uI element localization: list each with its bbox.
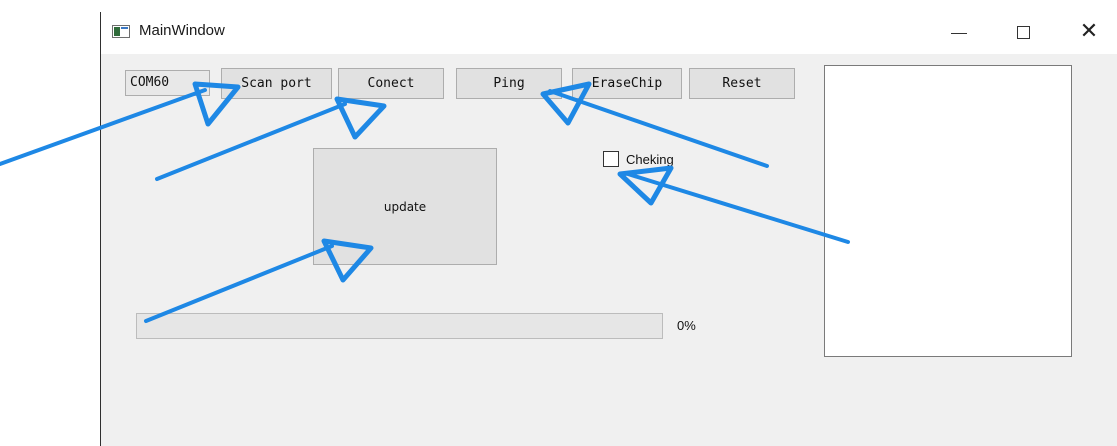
window-title: MainWindow (139, 22, 225, 39)
checking-label[interactable]: Cheking (626, 152, 674, 167)
erase-chip-button[interactable]: EraseChip (572, 68, 682, 99)
minimize-button[interactable] (937, 16, 981, 48)
maximize-button[interactable] (1001, 16, 1045, 48)
connect-button[interactable]: Conect (338, 68, 444, 99)
title-bar: MainWindow ✕ (101, 0, 1117, 54)
main-window: MainWindow ✕ COM60 ⌄ Scan port Conect Pi… (101, 0, 1117, 446)
progress-percent-label: 0% (677, 318, 696, 333)
close-icon: ✕ (1079, 19, 1099, 44)
app-window-icon (112, 25, 130, 38)
port-select-value: COM60 (130, 75, 170, 90)
port-select[interactable]: COM60 ⌄ (125, 70, 210, 96)
ping-button[interactable]: Ping (456, 68, 562, 99)
reset-button[interactable]: Reset (689, 68, 795, 99)
progress-bar (136, 313, 663, 339)
scan-port-button[interactable]: Scan port (221, 68, 332, 99)
update-button[interactable]: update (313, 148, 497, 265)
close-button[interactable]: ✕ (1067, 16, 1111, 48)
chevron-down-icon: ⌄ (193, 75, 204, 89)
checking-checkbox[interactable] (603, 151, 619, 167)
maximize-icon (1016, 25, 1030, 39)
minimize-icon (951, 33, 967, 34)
log-output-panel[interactable] (824, 65, 1072, 357)
